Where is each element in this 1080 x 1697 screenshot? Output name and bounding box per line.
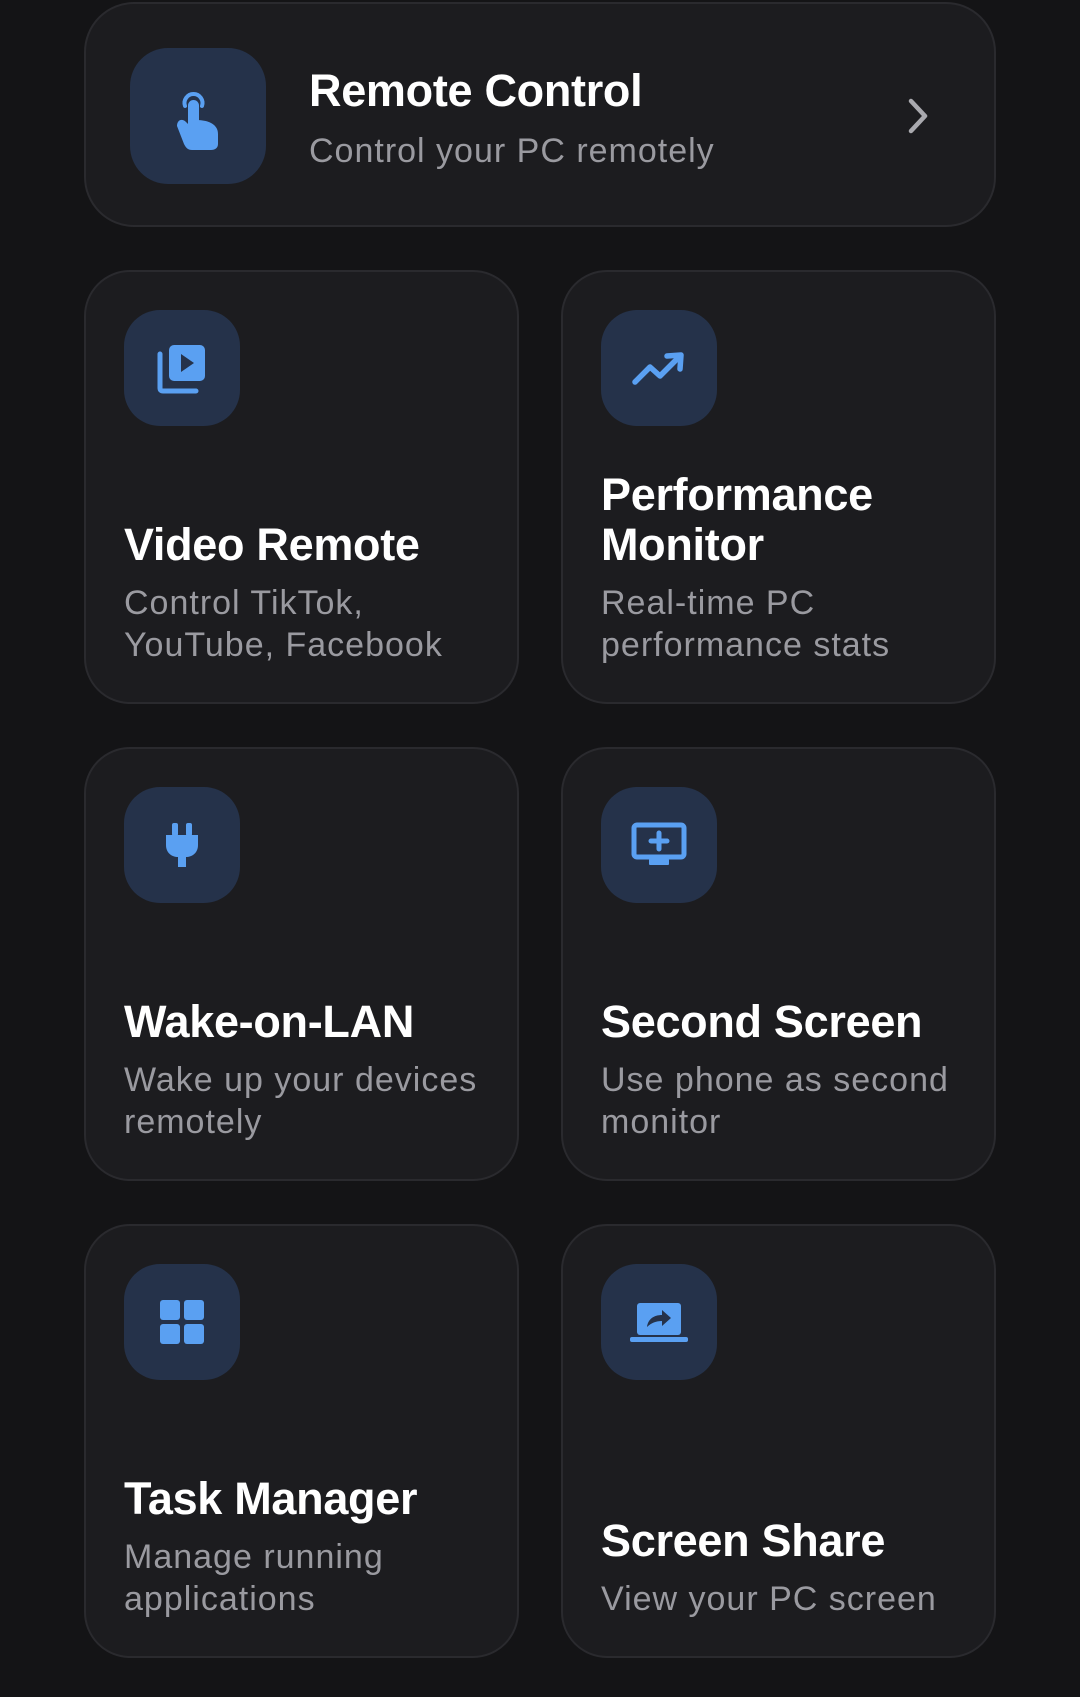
- wake-on-lan-icon-box: [124, 787, 240, 903]
- second-screen-icon-box: [601, 787, 717, 903]
- task-manager-title: Task Manager: [124, 1473, 418, 1524]
- grid-squares-icon: [160, 1300, 204, 1344]
- performance-monitor-card[interactable]: Performance Monitor Real-time PC perform…: [561, 270, 996, 704]
- second-screen-card[interactable]: Second Screen Use phone as second monito…: [561, 747, 996, 1181]
- monitor-add-icon: [631, 822, 687, 865]
- wake-on-lan-subtitle: Wake up your devices remotely: [124, 1061, 478, 1141]
- performance-monitor-icon-box: [601, 310, 717, 426]
- video-remote-title: Video Remote: [124, 519, 420, 570]
- second-screen-subtitle: Use phone as second monitor: [601, 1061, 949, 1141]
- screen-share-subtitle: View your PC screen: [601, 1580, 937, 1618]
- remote-control-title: Remote Control: [309, 65, 643, 116]
- screen-share-card[interactable]: Screen Share View your PC screen: [561, 1224, 996, 1658]
- video-remote-icon-box: [124, 310, 240, 426]
- second-screen-title: Second Screen: [601, 996, 923, 1047]
- video-library-icon: [157, 345, 205, 394]
- screen-share-title: Screen Share: [601, 1515, 886, 1566]
- video-remote-card[interactable]: Video Remote Control TikTok, YouTube, Fa…: [84, 270, 519, 704]
- wake-on-lan-card[interactable]: Wake-on-LAN Wake up your devices remotel…: [84, 747, 519, 1181]
- task-manager-card[interactable]: Task Manager Manage running applications: [84, 1224, 519, 1658]
- remote-control-subtitle: Control your PC remotely: [309, 132, 715, 170]
- video-remote-subtitle: Control TikTok, YouTube, Facebook: [124, 584, 443, 664]
- remote-control-icon-box: [130, 48, 266, 184]
- power-plug-icon: [166, 823, 198, 867]
- laptop-share-icon: [630, 1303, 688, 1342]
- chevron-right-icon[interactable]: [906, 96, 930, 136]
- touch-pointer-icon: [177, 92, 218, 150]
- screen-share-icon-box: [601, 1264, 717, 1380]
- performance-monitor-title: Performance Monitor: [601, 469, 873, 570]
- trending-up-icon: [632, 352, 684, 385]
- remote-control-card[interactable]: Remote Control Control your PC remotely: [84, 2, 996, 227]
- task-manager-subtitle: Manage running applications: [124, 1538, 384, 1618]
- task-manager-icon-box: [124, 1264, 240, 1380]
- wake-on-lan-title: Wake-on-LAN: [124, 996, 415, 1047]
- performance-monitor-subtitle: Real-time PC performance stats: [601, 584, 891, 664]
